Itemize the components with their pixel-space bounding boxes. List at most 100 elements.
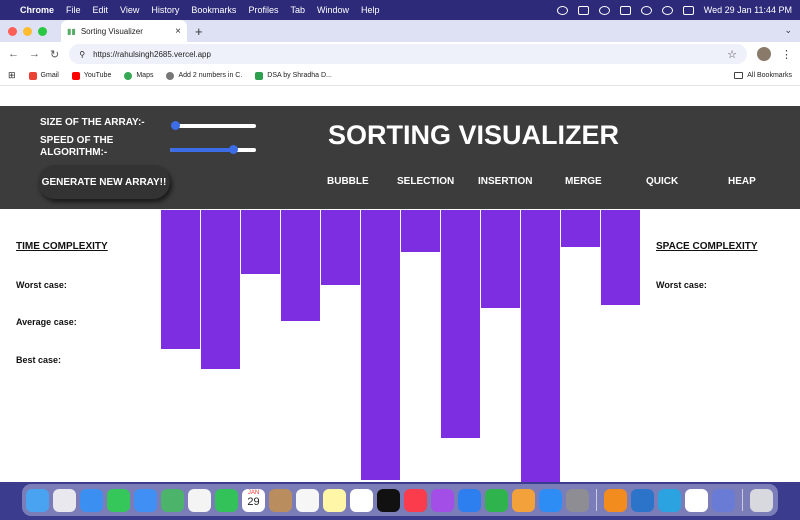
generate-array-button[interactable]: GENERATE NEW ARRAY!! xyxy=(38,165,170,199)
all-bookmarks[interactable]: All Bookmarks xyxy=(734,72,792,79)
dock-separator xyxy=(742,489,743,511)
contacts-icon[interactable] xyxy=(269,488,292,512)
algo-heap-button[interactable]: HEAP xyxy=(728,176,756,187)
space-worst-case: Worst case: xyxy=(656,280,707,290)
new-tab-icon[interactable]: + xyxy=(195,24,203,39)
menu-file[interactable]: File xyxy=(66,5,81,15)
back-arrow-icon[interactable]: ← xyxy=(8,48,19,60)
app-store-icon[interactable] xyxy=(539,488,562,512)
facetime-icon[interactable] xyxy=(215,488,238,512)
menu-history[interactable]: History xyxy=(151,5,179,15)
algo-merge-button[interactable]: MERGE xyxy=(565,176,602,187)
profile-avatar[interactable] xyxy=(757,47,771,61)
minimize-window-icon[interactable] xyxy=(23,26,32,36)
tab-sorting-visualizer[interactable]: ▮▮ Sorting Visualizer × xyxy=(61,20,187,42)
calendar-icon[interactable]: JAN 29 xyxy=(242,488,265,512)
algo-insertion-button[interactable]: INSERTION xyxy=(478,176,532,187)
sheet-icon xyxy=(255,71,264,80)
algo-quick-button[interactable]: QUICK xyxy=(646,176,678,187)
bookmark-maps[interactable]: Maps xyxy=(124,71,154,80)
reload-icon[interactable]: ↻ xyxy=(50,48,59,61)
music-icon[interactable] xyxy=(404,488,427,512)
array-bar xyxy=(520,209,561,482)
maps-icon[interactable] xyxy=(161,488,184,512)
fullscreen-window-icon[interactable] xyxy=(38,26,47,36)
bookmark-label: YouTube xyxy=(83,72,112,79)
array-size-slider[interactable] xyxy=(170,121,256,130)
browser-window: ▮▮ Sorting Visualizer × + ⌄ ← → ↻ ⚲ http… xyxy=(0,20,800,482)
podcasts-icon[interactable] xyxy=(431,488,454,512)
numbers-icon[interactable] xyxy=(485,488,508,512)
more-options-icon[interactable]: ⋮ xyxy=(781,48,792,61)
slider-thumb[interactable] xyxy=(170,121,180,130)
menu-view[interactable]: View xyxy=(120,5,139,15)
array-bar xyxy=(240,209,281,275)
time-worst-case: Worst case: xyxy=(16,280,67,290)
slider-fill xyxy=(170,148,233,152)
array-bar xyxy=(200,209,241,370)
preview-icon[interactable] xyxy=(712,488,735,512)
menubar-clock[interactable]: Wed 29 Jan 11:44 PM xyxy=(704,5,792,15)
url-text[interactable]: https://rahulsingh2685.vercel.app xyxy=(93,50,211,59)
battery-icon[interactable] xyxy=(619,5,631,15)
finder-icon[interactable] xyxy=(26,488,49,512)
chrome-icon[interactable] xyxy=(685,488,708,512)
wifi-icon[interactable] xyxy=(640,5,652,15)
mail-icon[interactable] xyxy=(134,488,157,512)
slider-thumb[interactable] xyxy=(228,145,238,154)
forward-arrow-icon[interactable]: → xyxy=(29,48,40,60)
pages-icon[interactable] xyxy=(512,488,535,512)
control-center-icon[interactable] xyxy=(682,5,694,15)
bookmark-gmail[interactable]: Gmail xyxy=(28,71,59,80)
tv-icon[interactable] xyxy=(377,488,400,512)
launchpad-icon[interactable] xyxy=(53,488,76,512)
menu-bookmarks[interactable]: Bookmarks xyxy=(191,5,236,15)
array-bar xyxy=(280,209,321,322)
spotlight-search-icon[interactable] xyxy=(661,5,673,15)
vlc-icon[interactable] xyxy=(604,488,627,512)
bookmark-youtube[interactable]: YouTube xyxy=(71,71,112,80)
keynote-icon[interactable] xyxy=(458,488,481,512)
vscode-icon[interactable] xyxy=(631,488,654,512)
space-complexity-heading: SPACE COMPLEXITY xyxy=(656,241,758,252)
telegram-icon[interactable] xyxy=(658,488,681,512)
menu-window[interactable]: Window xyxy=(317,5,349,15)
close-window-icon[interactable] xyxy=(8,26,17,36)
photos-icon[interactable] xyxy=(188,488,211,512)
menu-tab[interactable]: Tab xyxy=(290,5,305,15)
system-settings-icon[interactable] xyxy=(566,488,589,512)
page-title: SORTING VISUALIZER xyxy=(328,120,620,150)
close-tab-icon[interactable]: × xyxy=(175,26,181,37)
apps-grid-icon[interactable]: ⊞ xyxy=(8,70,16,81)
browser-toolbar: ← → ↻ ⚲ https://rahulsingh2685.vercel.ap… xyxy=(0,42,800,66)
algo-selection-button[interactable]: SELECTION xyxy=(397,176,454,187)
algo-bubble-button[interactable]: BUBBLE xyxy=(327,176,369,187)
vlc-status-icon[interactable] xyxy=(577,5,589,15)
tab-search-chevron-icon[interactable]: ⌄ xyxy=(784,25,792,36)
bookmark-label: Maps xyxy=(136,72,154,79)
array-bar xyxy=(560,209,601,248)
freeform-icon[interactable] xyxy=(350,488,373,512)
screen-record-icon[interactable] xyxy=(556,5,568,15)
notes-icon[interactable] xyxy=(323,488,346,512)
time-complexity-heading: TIME COMPLEXITY xyxy=(16,241,108,252)
array-bar xyxy=(160,209,201,350)
site-settings-icon[interactable]: ⚲ xyxy=(79,50,85,59)
trash-icon[interactable] xyxy=(750,488,773,512)
menu-help[interactable]: Help xyxy=(361,5,380,15)
menu-edit[interactable]: Edit xyxy=(93,5,109,15)
speed-slider[interactable] xyxy=(170,145,256,154)
bookmark-dsa[interactable]: DSA by Shradha D... xyxy=(255,71,332,80)
bookmark-add-2-numbers[interactable]: Add 2 numbers in C. xyxy=(166,71,242,80)
menu-profiles[interactable]: Profiles xyxy=(248,5,278,15)
bookmark-star-icon[interactable]: ☆ xyxy=(727,48,737,61)
safari-icon[interactable] xyxy=(80,488,103,512)
reminders-icon[interactable] xyxy=(296,488,319,512)
speed-label-line1: SPEED OF THE xyxy=(40,135,114,146)
address-bar[interactable]: ⚲ https://rahulsingh2685.vercel.app ☆ xyxy=(69,44,747,64)
creative-cloud-icon[interactable] xyxy=(598,5,610,15)
menu-app-name[interactable]: Chrome xyxy=(20,5,54,15)
macos-menubar: Chrome File Edit View History Bookmarks … xyxy=(0,0,800,20)
youtube-icon xyxy=(71,71,80,80)
messages-icon[interactable] xyxy=(107,488,130,512)
